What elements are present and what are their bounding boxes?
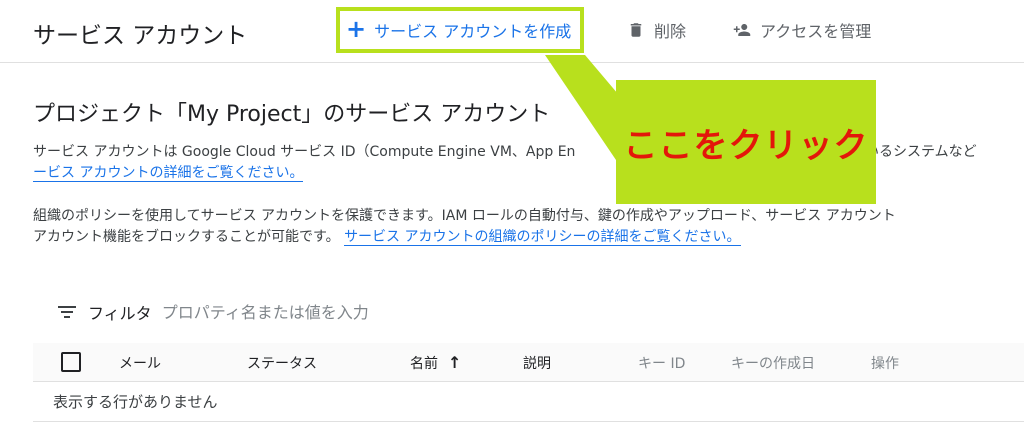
divider: [33, 421, 1024, 422]
column-name-label: 名前: [410, 356, 438, 372]
callout-text: ここをクリック: [623, 125, 869, 166]
column-description[interactable]: 説明: [523, 353, 551, 373]
table-header: メール ステータス 名前 ↑ 説明 キー ID キーの作成日 操作: [33, 343, 1024, 382]
filter-input[interactable]: [161, 302, 522, 322]
column-status[interactable]: ステータス: [247, 353, 317, 373]
filter-icon: [58, 305, 78, 319]
filter-bar: フィルタ: [58, 300, 522, 324]
column-email[interactable]: メール: [119, 353, 161, 373]
filter-label: フィルタ: [88, 304, 152, 323]
column-name[interactable]: 名前 ↑: [410, 353, 461, 373]
empty-table-message: 表示する行がありません: [53, 393, 218, 411]
column-key-id[interactable]: キー ID: [638, 353, 685, 373]
column-key-created[interactable]: キーの作成日: [731, 353, 815, 373]
column-actions: 操作: [871, 356, 899, 372]
select-all-checkbox[interactable]: [61, 352, 81, 372]
click-here-callout: ここをクリック: [616, 80, 876, 204]
arrow-up-icon: ↑: [448, 353, 462, 372]
